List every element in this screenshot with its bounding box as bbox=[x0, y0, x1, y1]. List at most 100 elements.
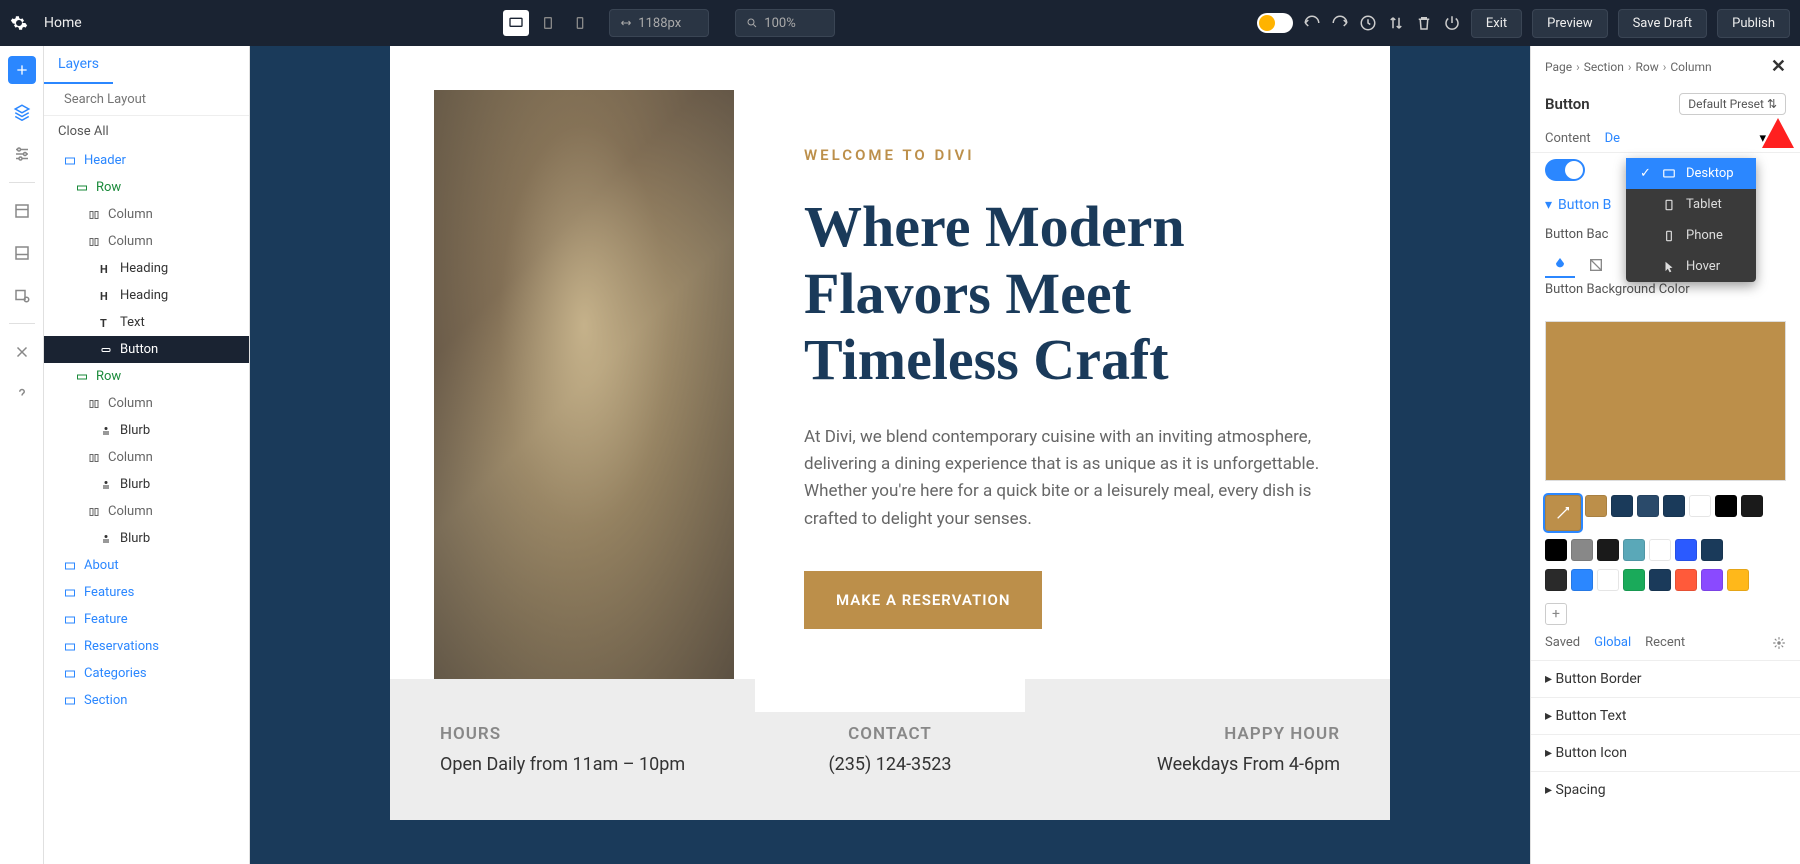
device-phone[interactable] bbox=[567, 10, 593, 36]
save-draft-button[interactable]: Save Draft bbox=[1618, 9, 1708, 38]
tree-item-text[interactable]: TText bbox=[44, 309, 249, 336]
close-all-button[interactable]: Close All bbox=[44, 116, 249, 147]
swatch[interactable] bbox=[1545, 539, 1567, 561]
swatch[interactable] bbox=[1649, 569, 1671, 591]
welcome-label: WELCOME TO DIVI bbox=[804, 146, 1330, 164]
tree-item-categories[interactable]: Categories bbox=[44, 660, 249, 687]
tools-icon[interactable] bbox=[8, 338, 36, 366]
tree-item-about[interactable]: About bbox=[44, 552, 249, 579]
tree-item-blurb[interactable]: Blurb bbox=[44, 525, 249, 552]
swatch[interactable] bbox=[1571, 539, 1593, 561]
tree-item-column[interactable]: Column bbox=[44, 444, 249, 471]
canvas-width-input[interactable]: 1188px bbox=[609, 9, 709, 37]
layers-tab[interactable]: Layers bbox=[44, 46, 113, 84]
tree-item-heading[interactable]: HHeading bbox=[44, 282, 249, 309]
breadcrumb: Page › Section › Row › Column ✕ bbox=[1531, 46, 1800, 87]
nav-icon-1[interactable] bbox=[8, 197, 36, 225]
tree-item-features[interactable]: Features bbox=[44, 579, 249, 606]
palette-global[interactable]: Global bbox=[1594, 635, 1631, 650]
tree-item-header[interactable]: Header bbox=[44, 147, 249, 174]
undo-icon[interactable] bbox=[1303, 14, 1321, 32]
nav-icon-3[interactable] bbox=[8, 281, 36, 309]
palette-recent[interactable]: Recent bbox=[1645, 635, 1685, 650]
tree-item-blurb[interactable]: Blurb bbox=[44, 417, 249, 444]
palette-saved[interactable]: Saved bbox=[1545, 635, 1580, 650]
dd-item-desktop[interactable]: ✓Desktop bbox=[1626, 158, 1756, 189]
swatch[interactable] bbox=[1623, 539, 1645, 561]
swatch[interactable] bbox=[1715, 495, 1737, 517]
search-input[interactable] bbox=[64, 92, 230, 107]
swatch[interactable] bbox=[1585, 495, 1607, 517]
bg-tab-color[interactable] bbox=[1545, 252, 1575, 278]
power-icon[interactable] bbox=[1443, 14, 1461, 32]
settings-nav-icon[interactable] bbox=[8, 140, 36, 168]
trash-icon[interactable] bbox=[1415, 14, 1433, 32]
tree-item-reservations[interactable]: Reservations bbox=[44, 633, 249, 660]
responsive-trigger[interactable]: ▾ bbox=[1757, 129, 1786, 149]
tree-item-section[interactable]: Section bbox=[44, 687, 249, 714]
dd-item-tablet[interactable]: Tablet bbox=[1626, 189, 1756, 220]
redo-icon[interactable] bbox=[1331, 14, 1349, 32]
preview-button[interactable]: Preview bbox=[1532, 9, 1607, 38]
zoom-input[interactable]: 100% bbox=[735, 9, 835, 37]
swatch[interactable] bbox=[1623, 569, 1645, 591]
hero-title: Where Modern Flavors Meet Timeless Craft bbox=[804, 194, 1330, 394]
swatch[interactable] bbox=[1689, 495, 1711, 517]
device-desktop[interactable] bbox=[503, 10, 529, 36]
layers-nav-icon[interactable] bbox=[8, 98, 36, 126]
close-icon[interactable]: ✕ bbox=[1771, 56, 1786, 77]
tree-item-column[interactable]: Column bbox=[44, 201, 249, 228]
color-preview[interactable] bbox=[1545, 321, 1786, 481]
field-bg-color-label: Button Background Color bbox=[1531, 278, 1800, 307]
tree-item-column[interactable]: Column bbox=[44, 390, 249, 417]
swatch[interactable] bbox=[1701, 569, 1723, 591]
tree-item-blurb[interactable]: Blurb bbox=[44, 471, 249, 498]
swatch[interactable] bbox=[1649, 539, 1671, 561]
section-spacing[interactable]: ▸ Spacing bbox=[1531, 771, 1800, 808]
tree-item-row[interactable]: Row bbox=[44, 174, 249, 201]
dd-item-phone[interactable]: Phone bbox=[1626, 220, 1756, 251]
happy-value: Weekdays From 4-6pm bbox=[1040, 754, 1340, 775]
device-tablet[interactable] bbox=[535, 10, 561, 36]
swatch[interactable] bbox=[1637, 495, 1659, 517]
dd-item-hover[interactable]: Hover bbox=[1626, 251, 1756, 282]
swatch[interactable] bbox=[1741, 495, 1763, 517]
module-title: Button bbox=[1545, 95, 1590, 113]
palette-gear-icon[interactable] bbox=[1772, 636, 1786, 650]
swatch[interactable] bbox=[1545, 569, 1567, 591]
swatch[interactable] bbox=[1701, 539, 1723, 561]
tree-item-row[interactable]: Row bbox=[44, 363, 249, 390]
help-icon[interactable] bbox=[8, 380, 36, 408]
swatch[interactable] bbox=[1675, 569, 1697, 591]
exit-button[interactable]: Exit bbox=[1471, 9, 1522, 38]
add-button[interactable] bbox=[8, 56, 36, 84]
bg-tab-gradient[interactable] bbox=[1581, 252, 1611, 278]
sort-icon[interactable] bbox=[1387, 14, 1405, 32]
tree-item-column[interactable]: Column bbox=[44, 228, 249, 255]
swatch[interactable] bbox=[1675, 539, 1697, 561]
tree-item-column[interactable]: Column bbox=[44, 498, 249, 525]
tree-item-button[interactable]: Button bbox=[44, 336, 249, 363]
tree-item-feature[interactable]: Feature bbox=[44, 606, 249, 633]
tab-design[interactable]: De bbox=[1605, 125, 1620, 152]
history-icon[interactable] bbox=[1359, 14, 1377, 32]
swatch[interactable] bbox=[1597, 569, 1619, 591]
swatch[interactable] bbox=[1611, 495, 1633, 517]
publish-button[interactable]: Publish bbox=[1717, 9, 1790, 38]
swatch-add[interactable]: + bbox=[1545, 603, 1567, 625]
section-button-border[interactable]: ▸ Button Border bbox=[1531, 660, 1800, 697]
theme-toggle[interactable] bbox=[1257, 13, 1293, 33]
gear-icon[interactable] bbox=[10, 14, 28, 32]
nav-icon-2[interactable] bbox=[8, 239, 36, 267]
tab-content[interactable]: Content bbox=[1545, 125, 1591, 152]
tree-item-heading[interactable]: HHeading bbox=[44, 255, 249, 282]
section-button-icon[interactable]: ▸ Button Icon bbox=[1531, 734, 1800, 771]
swatch[interactable] bbox=[1663, 495, 1685, 517]
swatch-active[interactable] bbox=[1545, 495, 1581, 531]
cta-button[interactable]: MAKE A RESERVATION bbox=[804, 571, 1042, 629]
preset-button[interactable]: Default Preset ⇅ bbox=[1679, 93, 1786, 115]
swatch[interactable] bbox=[1727, 569, 1749, 591]
section-button-text[interactable]: ▸ Button Text bbox=[1531, 697, 1800, 734]
swatch[interactable] bbox=[1571, 569, 1593, 591]
swatch[interactable] bbox=[1597, 539, 1619, 561]
